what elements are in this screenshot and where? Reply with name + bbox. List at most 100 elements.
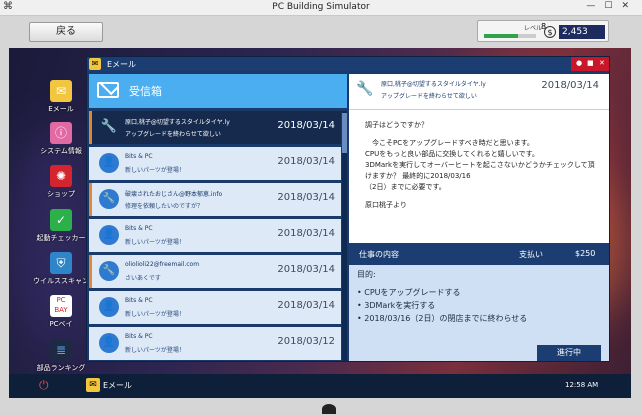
minimize-icon[interactable]: ● xyxy=(576,59,582,67)
goal-label: 目的: xyxy=(357,270,376,279)
email-window-title: Eメール xyxy=(107,60,137,69)
reader-body-line: 3DMarkを実行してオーバーヒートを起こさないかどうかチェックして頂けますか？… xyxy=(365,161,595,180)
scrollbar-thumb[interactable] xyxy=(342,113,347,153)
envelope-icon xyxy=(97,82,119,98)
back-button[interactable]: 戻る xyxy=(29,22,103,42)
taskbar-app-label[interactable]: Eメール xyxy=(103,380,132,391)
money-icon: $ xyxy=(544,26,556,38)
ranking-icon: ≣ xyxy=(50,339,72,361)
taskbar-mail-icon[interactable]: ✉ xyxy=(86,378,100,392)
virus-scan-icon: ⛨ xyxy=(50,252,72,274)
level-progress-bar xyxy=(484,34,536,38)
mail-item-accent xyxy=(89,219,92,252)
mail-item-subject: 新しいパーツが登場！ xyxy=(125,167,185,174)
pcbay-icon: PC BAY xyxy=(50,295,72,317)
mail-item-date: 2018/03/12 xyxy=(277,336,335,347)
wrench-icon: 🔧 xyxy=(99,261,119,281)
mail-list-item[interactable]: 👤 Bits & PC 新しいパーツが登場！ 2018/03/14 xyxy=(89,147,341,180)
power-icon[interactable]: ⏻ xyxy=(39,378,49,393)
mail-list-item[interactable]: 🔧 oliolioli22@freemail.com さいあくです 2018/03/1… xyxy=(89,255,341,288)
mail-item-accent xyxy=(89,111,92,144)
mail-list-item[interactable]: 🔧 破壊されたおじさん@野本郁恵.info 修理を依頼したいのですが？ 2018/03… xyxy=(89,183,341,216)
mail-item-subject: 修理を依頼したいのですが？ xyxy=(125,203,204,210)
mail-item-accent xyxy=(89,291,92,324)
goal-list: • CPUをアップグレードする • 3DMarkを実行する • 2018/03/… xyxy=(357,286,603,325)
mail-item-subject: 新しいパーツが登場！ xyxy=(125,347,185,354)
mail-list-item[interactable]: 👤 Bits & PC 新しいパーツが登場！ 2018/03/14 xyxy=(89,219,341,252)
money-value: 2,453 xyxy=(559,25,605,39)
person-icon: 👤 xyxy=(99,153,119,173)
mail-item-date: 2018/03/14 xyxy=(277,120,335,131)
goal-item: • CPUをアップグレードする xyxy=(357,288,461,297)
mail-item-subject: さいあくです xyxy=(125,275,161,282)
mail-list-item[interactable]: 🔧 原口,桃子@切望するスタイルタイヤ.ly アップグレードを終わらせて欲しい 201… xyxy=(89,111,341,144)
mail-item-accent xyxy=(89,327,92,360)
frame-bottom xyxy=(0,402,642,415)
maximize-icon[interactable]: ■ xyxy=(587,59,594,67)
reader-body: 調子はどうですか？ 今こそPCをアップグレードすべき時だと思います。 CPUをも… xyxy=(365,120,601,211)
job-heading: 仕事の内容 xyxy=(359,250,399,259)
reader-body-line: （2日）までに必要です。 xyxy=(365,183,446,191)
window-controls[interactable]: —☐✕ xyxy=(586,1,638,11)
reader-signature: 原口桃子より xyxy=(365,201,407,209)
message-reader: 🔧 原口,桃子@切望するスタイルタイヤ.ly アップグレードを終わらせて欲しい … xyxy=(349,74,609,361)
mail-list: 🔧 原口,桃子@切望するスタイルタイヤ.ly アップグレードを終わらせて欲しい 201… xyxy=(89,111,341,361)
goal-item: • 3DMarkを実行する xyxy=(357,301,436,310)
mail-item-sender: oliolioli22@freemail.com xyxy=(125,261,200,268)
mail-item-sender: Bits & PC xyxy=(125,225,153,232)
person-icon: 👤 xyxy=(99,297,119,317)
mail-item-subject: アップグレードを終わらせて欲しい xyxy=(125,131,221,138)
mail-item-date: 2018/03/14 xyxy=(277,156,335,167)
system-info-icon: ⓘ xyxy=(50,122,72,144)
mail-list-item[interactable]: 👤 Bits & PC 新しいパーツが登場！ 2018/03/14 xyxy=(89,291,341,324)
inbox-header: 受信箱 xyxy=(89,74,347,108)
mail-item-accent xyxy=(89,183,92,216)
job-header: 仕事の内容 支払い $250 xyxy=(349,243,609,265)
mail-item-date: 2018/03/14 xyxy=(277,192,335,203)
reader-subject: アップグレードを終わらせて欲しい xyxy=(381,93,477,100)
reader-body-line: 今こそPCをアップグレードすべき時だと思います。 xyxy=(372,139,534,147)
job-panel: 仕事の内容 支払い $250 目的: • CPUをアップグレードする • 3DM… xyxy=(349,243,609,361)
mail-item-sender: 原口,桃子@切望するスタイルタイヤ.ly xyxy=(125,119,230,126)
status-panel: レベル 8 $ 2,453 xyxy=(477,20,609,42)
payment-label: 支払い xyxy=(519,250,543,259)
mail-list-item[interactable]: 👤 Bits & PC 新しいパーツが登場！ 2018/03/12 xyxy=(89,327,341,360)
mail-item-subject: 新しいパーツが登場！ xyxy=(125,311,185,318)
email-window: ✉ Eメール ● ■ ✕ 受信箱 🔧 原口,桃子@切望するスタイルタイヤ.ly アッ… xyxy=(86,56,610,362)
inbox-title: 受信箱 xyxy=(129,85,162,98)
reader-header: 🔧 原口,桃子@切望するスタイルタイヤ.ly アップグレードを終わらせて欲しい … xyxy=(349,74,609,110)
reader-greeting: 調子はどうですか？ xyxy=(365,121,428,129)
mail-item-date: 2018/03/14 xyxy=(277,228,335,239)
mail-item-date: 2018/03/14 xyxy=(277,264,335,275)
goal-item: • 2018/03/16（2日）の閉店までに終わらせる xyxy=(357,314,528,323)
app-title: PC Building Simulator xyxy=(272,2,370,12)
email-window-titlebar[interactable]: ✉ Eメール ● ■ ✕ xyxy=(87,57,609,71)
job-status-badge: 進行中 xyxy=(537,345,601,361)
taskbar: ⏻ ✉ Eメール 12:58 AM xyxy=(9,374,631,398)
mail-item-sender: Bits & PC xyxy=(125,153,153,160)
taskbar-clock: 12:58 AM xyxy=(565,381,599,389)
mail-item-sender: 破壊されたおじさん@野本郁恵.info xyxy=(125,191,223,198)
mail-item-subject: 新しいパーツが登場！ xyxy=(125,239,185,246)
mail-item-accent xyxy=(89,255,92,288)
boot-checker-icon: ✓ xyxy=(50,209,72,231)
email-window-controls: ● ■ ✕ xyxy=(571,57,609,71)
person-icon: 👤 xyxy=(99,225,119,245)
desktop-icon-label: 部品ランキング xyxy=(36,364,86,372)
pc-power-indicator-icon xyxy=(322,404,336,414)
mail-icon: ✉ xyxy=(50,80,72,102)
mail-item-accent xyxy=(89,147,92,180)
email-window-mail-icon: ✉ xyxy=(89,58,101,70)
wrench-icon: 🔧 xyxy=(99,189,119,209)
job-body: 目的: • CPUをアップグレードする • 3DMarkを実行する • 2018… xyxy=(357,269,603,325)
app-titlebar: ⌘ PC Building Simulator —☐✕ xyxy=(0,0,642,16)
mail-list-scrollbar[interactable] xyxy=(342,111,347,361)
payment-value: $250 xyxy=(575,249,596,258)
reader-body-line: CPUをもっと良い部品に交換してくれると嬉しいです。 xyxy=(365,150,539,158)
close-icon[interactable]: ✕ xyxy=(599,59,605,67)
mail-item-sender: Bits & PC xyxy=(125,297,153,304)
shop-icon: ✺ xyxy=(50,165,72,187)
reader-date: 2018/03/14 xyxy=(541,80,599,91)
mail-item-date: 2018/03/14 xyxy=(277,300,335,311)
mail-item-sender: Bits & PC xyxy=(125,333,153,340)
